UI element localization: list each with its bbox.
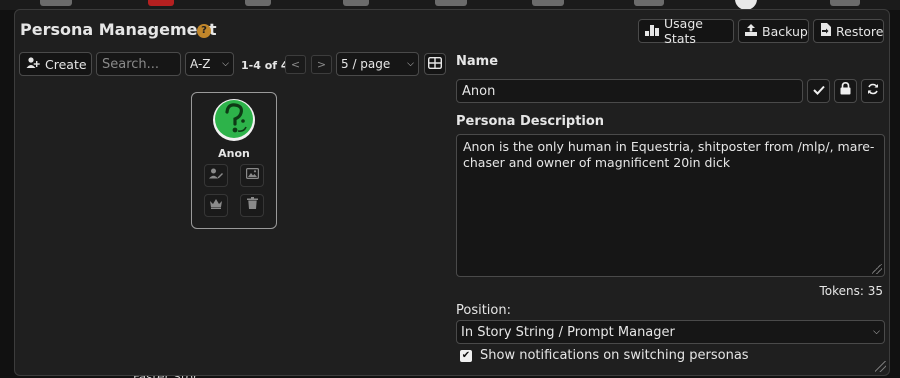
lock-icon xyxy=(840,81,851,98)
crown-icon xyxy=(209,198,223,212)
check-icon xyxy=(812,84,825,98)
backup-label: Backup xyxy=(762,23,808,39)
panel-resize-handle[interactable] xyxy=(875,361,886,372)
nav-icon[interactable] xyxy=(435,0,467,6)
change-image-button[interactable] xyxy=(240,164,264,187)
question-circle-icon[interactable]: ? xyxy=(197,24,211,38)
chevron-down-icon: ⌵ xyxy=(407,59,414,69)
sync-icon xyxy=(867,83,879,98)
restore-button[interactable]: Restore xyxy=(813,19,884,43)
position-label: Position: xyxy=(456,303,511,318)
sort-select[interactable]: A-Z ⌵ xyxy=(185,52,234,76)
description-textarea[interactable]: Anon is the only human in Equestria, shi… xyxy=(456,134,885,277)
per-page-select-value: 5 / page xyxy=(341,57,391,71)
panel-title: Persona Management xyxy=(20,20,217,39)
grid-view-button[interactable] xyxy=(424,53,446,75)
page-count: 1-4 of 4 xyxy=(241,59,289,72)
user-edit-icon xyxy=(209,168,223,182)
description-label: Persona Description xyxy=(456,114,605,129)
token-count: Tokens: 35 xyxy=(819,284,883,298)
persona-management-panel: Persona Management ? Create Search... A-… xyxy=(14,9,890,376)
trash-icon xyxy=(246,197,258,212)
position-select[interactable]: In Story String / Prompt Manager ⌵ xyxy=(456,320,885,344)
usage-stats-label: Usage Stats xyxy=(664,16,703,46)
import-icon xyxy=(820,23,831,39)
avatar[interactable] xyxy=(212,98,256,142)
nav-icon-red[interactable] xyxy=(148,0,174,6)
nav-icon[interactable] xyxy=(532,0,564,6)
lock-persona-button[interactable] xyxy=(834,79,857,103)
chart-icon xyxy=(645,24,659,39)
resize-handle[interactable] xyxy=(872,264,882,274)
notify-checkbox[interactable]: ✔ xyxy=(460,350,472,362)
position-select-value: In Story String / Prompt Manager xyxy=(461,324,675,340)
upload-icon xyxy=(745,23,757,39)
search-input[interactable]: Search... xyxy=(96,52,181,76)
image-icon xyxy=(245,168,259,182)
name-field[interactable]: Anon xyxy=(456,79,803,103)
set-default-button[interactable] xyxy=(204,194,228,217)
next-page-button[interactable]: > xyxy=(311,55,332,74)
per-page-select[interactable]: 5 / page ⌵ xyxy=(336,52,419,76)
notify-label: Show notifications on switching personas xyxy=(480,348,749,363)
delete-persona-button[interactable] xyxy=(240,194,264,217)
persona-name: Anon xyxy=(218,147,250,160)
description-text: Anon is the only human in Equestria, shi… xyxy=(463,139,875,170)
chevron-down-icon: ⌵ xyxy=(873,327,880,337)
restore-label: Restore xyxy=(836,23,884,39)
grid-view-icon xyxy=(427,56,443,72)
backup-button[interactable]: Backup xyxy=(738,19,809,43)
nav-icon[interactable] xyxy=(634,0,664,6)
rename-persona-button[interactable] xyxy=(204,164,228,187)
nav-icon[interactable] xyxy=(343,0,369,6)
nav-icon[interactable] xyxy=(40,0,72,6)
prev-page-button[interactable]: < xyxy=(285,55,306,74)
user-plus-icon xyxy=(26,56,40,72)
nav-icon[interactable] xyxy=(245,0,271,6)
chevron-down-icon: ⌵ xyxy=(222,59,229,69)
usage-stats-button[interactable]: Usage Stats xyxy=(638,16,734,46)
name-label: Name xyxy=(456,54,499,69)
nav-icon[interactable] xyxy=(830,0,860,6)
create-button[interactable]: Create xyxy=(19,52,92,76)
sync-persona-button[interactable] xyxy=(861,79,884,103)
persona-card[interactable]: Anon xyxy=(191,92,277,229)
create-button-label: Create xyxy=(45,56,87,72)
confirm-name-button[interactable] xyxy=(807,79,830,103)
sort-select-value: A-Z xyxy=(190,57,211,71)
